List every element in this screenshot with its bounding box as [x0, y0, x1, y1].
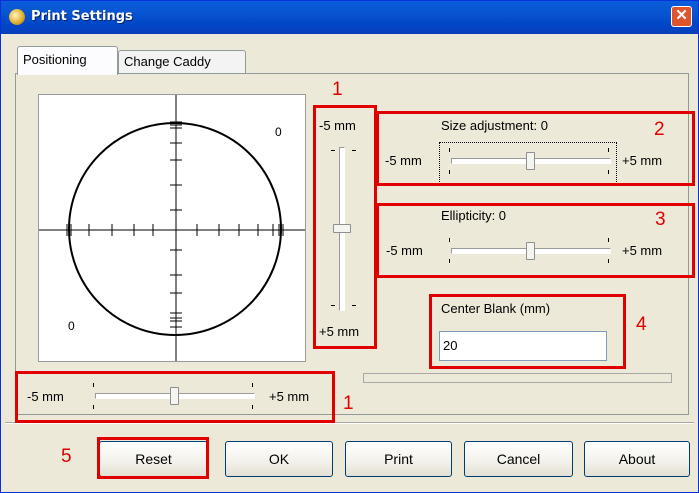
preview-bottom-left-value: 0	[68, 319, 75, 333]
app-disc-icon	[9, 9, 25, 25]
annotation-number-horizontal-slider: 1	[343, 393, 354, 414]
annotation-number-vertical-slider: 1	[332, 79, 343, 100]
annotation-box-reset	[97, 437, 209, 479]
about-button[interactable]: About	[584, 441, 690, 477]
tab-change-caddy[interactable]: Change Caddy	[118, 50, 246, 75]
preview-top-right-value: 0	[275, 125, 282, 139]
annotation-box-center-blank	[429, 294, 626, 369]
disc-preview-graphic	[39, 95, 305, 361]
cancel-button[interactable]: Cancel	[464, 441, 573, 477]
progress-bar	[363, 373, 672, 383]
tab-positioning[interactable]: Positioning	[17, 46, 118, 75]
annotation-box-ellipticity	[376, 203, 695, 278]
annotation-number-size: 2	[654, 119, 665, 140]
close-icon: ✕	[675, 7, 688, 24]
window-title: Print Settings	[31, 9, 133, 24]
annotation-number-ellipticity: 3	[655, 209, 666, 230]
close-button[interactable]: ✕	[671, 6, 692, 27]
annotation-box-size	[376, 111, 695, 186]
annotation-box-vertical-slider	[313, 105, 377, 349]
ok-button[interactable]: OK	[225, 441, 333, 477]
annotation-number-center-blank: 4	[636, 314, 647, 335]
title-bar[interactable]: Print Settings ✕	[1, 1, 698, 34]
annotation-number-reset: 5	[61, 446, 72, 467]
disc-position-preview: 0 0	[38, 94, 306, 362]
print-settings-window: Print Settings ✕ Positioning Change Cadd…	[0, 0, 699, 493]
print-button[interactable]: Print	[345, 441, 452, 477]
annotation-box-horizontal-slider	[15, 371, 335, 423]
